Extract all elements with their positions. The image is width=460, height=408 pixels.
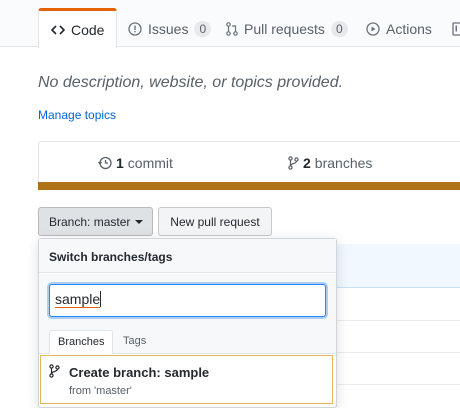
issue-opened-icon	[128, 22, 142, 36]
branch-select-button[interactable]: Branch: master	[38, 207, 153, 236]
manage-topics-link[interactable]: Manage topics	[38, 108, 116, 122]
tab-issues-label: Issues	[148, 21, 189, 37]
tab-projects-partial[interactable]	[440, 10, 460, 48]
create-branch-item[interactable]: Create branch: sample from 'master'	[40, 355, 333, 404]
file-row-divider	[337, 352, 460, 353]
new-pull-request-button[interactable]: New pull request	[158, 207, 272, 236]
language-bar	[38, 182, 460, 190]
tab-pull-requests-label: Pull requests	[244, 21, 325, 37]
commits-count: 1	[116, 155, 124, 171]
branches-count: 2	[303, 155, 311, 171]
branch-prefix: Branch:	[49, 214, 91, 229]
code-icon	[51, 24, 65, 36]
tab-code[interactable]: Code	[38, 8, 118, 48]
repo-nav: Code Issues 0 Pull requests 0 Actions	[0, 0, 460, 48]
git-pull-request-icon	[226, 22, 238, 36]
branch-dropdown: Switch branches/tags sample Branches Tag…	[38, 238, 337, 408]
branch-name: master	[93, 214, 131, 229]
filter-container: sample	[39, 274, 336, 324]
commits-label: commit	[127, 155, 173, 171]
caret-down-icon	[135, 219, 144, 224]
create-branch-title: Create branch: sample	[69, 365, 210, 380]
history-icon	[98, 156, 112, 170]
create-branch-source: from 'master'	[69, 385, 132, 397]
tab-actions[interactable]: Actions	[354, 10, 444, 48]
tab-tags[interactable]: Tags	[115, 330, 154, 354]
commit-tease	[337, 244, 460, 288]
pull-requests-counter: 0	[330, 21, 348, 37]
tab-actions-label: Actions	[386, 21, 432, 37]
tab-issues[interactable]: Issues 0	[116, 10, 223, 48]
file-row-divider	[337, 384, 460, 385]
repo-description: No description, website, or topics provi…	[38, 74, 344, 91]
git-branch-icon	[288, 156, 299, 170]
file-row-divider	[337, 320, 460, 321]
tab-pull-requests[interactable]: Pull requests 0	[214, 10, 360, 48]
tab-branches[interactable]: Branches	[49, 330, 114, 354]
dropdown-title: Switch branches/tags	[39, 239, 336, 273]
branch-filter-input[interactable]: sample	[49, 284, 326, 317]
play-icon	[366, 22, 380, 36]
text-cursor	[100, 291, 102, 307]
filter-value: sample	[55, 291, 101, 308]
project-icon	[452, 22, 460, 36]
file-list	[336, 244, 460, 407]
branches-label: branches	[314, 155, 373, 171]
commits-summary[interactable]: 1 commit	[98, 155, 173, 171]
branches-summary[interactable]: 2 branches	[288, 155, 372, 171]
git-branch-icon	[49, 364, 60, 383]
dropdown-tabs: Branches Tags	[39, 324, 336, 354]
issues-counter: 0	[194, 21, 212, 37]
tab-code-label: Code	[71, 21, 105, 38]
